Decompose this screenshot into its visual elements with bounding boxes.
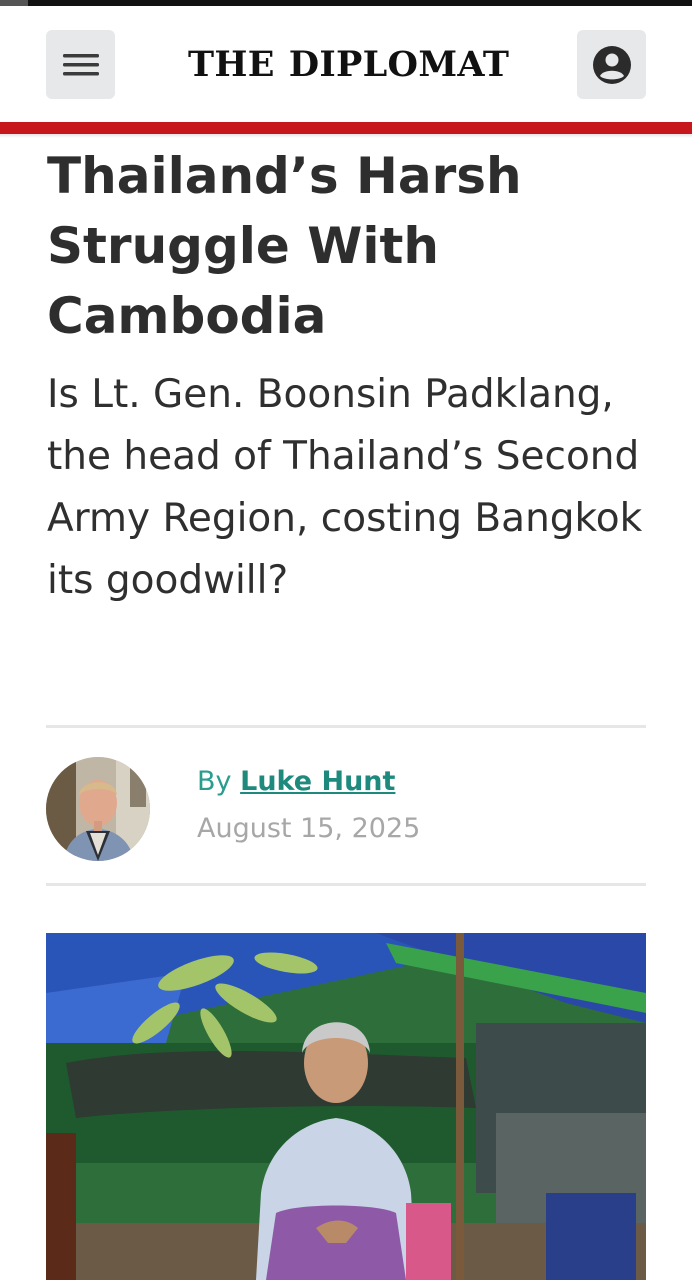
byline-prefix: By — [197, 766, 232, 797]
logo-text-the: THE — [188, 43, 275, 85]
article-subtitle: Is Lt. Gen. Boonsin Padklang, the head o… — [47, 372, 643, 603]
header-red-rule — [0, 122, 692, 134]
site-header: THE DIPLOMAT — [0, 6, 692, 122]
header-shadow — [0, 134, 692, 138]
byline-divider-bottom — [46, 883, 646, 886]
author-link[interactable]: Luke Hunt — [240, 766, 395, 797]
logo-text-diplomat: DIPLOMAT — [288, 43, 510, 85]
hero-image — [46, 933, 646, 1280]
byline-divider-top — [46, 725, 646, 728]
account-button[interactable] — [577, 30, 646, 99]
site-logo[interactable]: THE DIPLOMAT — [188, 43, 510, 85]
author-photo — [46, 757, 150, 861]
hamburger-menu-icon — [62, 53, 99, 75]
menu-button[interactable] — [46, 30, 115, 99]
publish-date: August 15, 2025 — [197, 813, 421, 844]
author-avatar[interactable] — [46, 757, 150, 861]
user-account-icon — [592, 45, 631, 84]
article-title: Thailand’s Harsh Struggle With Cambodia — [47, 147, 522, 345]
article-byline: By Luke Hunt — [197, 766, 395, 797]
hero-photo — [46, 933, 646, 1280]
